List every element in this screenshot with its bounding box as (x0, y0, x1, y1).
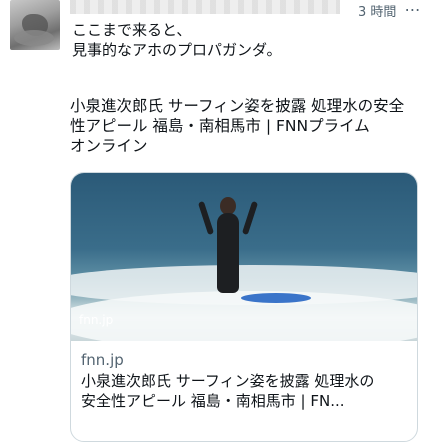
link-domain: fnn.jp (81, 351, 124, 369)
link-preview-image[interactable]: fnn.jp (71, 173, 417, 341)
surfer-body (217, 213, 239, 293)
avatar-image-detail (14, 30, 54, 46)
link-title: 小泉進次郎氏 サーフィン姿を披露 処理水の 安全性アピール 福島・南相馬市 | … (81, 371, 411, 411)
quoted-headline-line: 小泉進次郎氏 サーフィン姿を披露 処理水の安全 (70, 97, 405, 115)
tweet-text-line: 見事的なアホのプロパガンダ。 (72, 41, 282, 59)
tweet-text-line: ここまで来ると、 (72, 21, 192, 39)
link-preview-card[interactable]: fnn.jp fnn.jp 小泉進次郎氏 サーフィン姿を披露 処理水の 安全性ア… (70, 172, 418, 442)
timestamp[interactable]: 3 時間 (358, 1, 396, 20)
quoted-headline-line: オンライン (70, 137, 148, 155)
surfboard (241, 293, 311, 303)
quoted-headline: 小泉進次郎氏 サーフィン姿を披露 処理水の安全 性アピール 福島・南相馬市 | … (70, 96, 416, 156)
quoted-headline-line: 性アピール 福島・南相馬市 | FNNプライム (70, 117, 370, 135)
more-horizontal-icon[interactable]: ⋯ (400, 0, 426, 19)
tweet-text: ここまで来ると、 見事的なアホのプロパガンダ。 (72, 20, 412, 60)
link-title-line: 安全性アピール 福島・南相馬市 | FN... (81, 392, 345, 410)
surfer-arm (197, 200, 215, 236)
surfer-arm (241, 200, 259, 236)
avatar[interactable] (10, 0, 60, 50)
image-domain-tag: fnn.jp (79, 313, 114, 327)
user-name-area[interactable] (70, 0, 340, 14)
link-title-line: 小泉進次郎氏 サーフィン姿を披露 処理水の (81, 372, 375, 390)
